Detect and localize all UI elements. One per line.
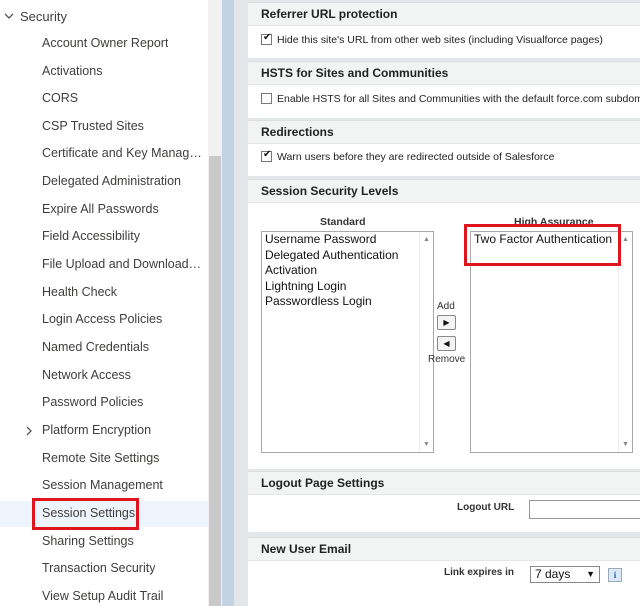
sidebar-item-expire-all-passwords[interactable]: Expire All Passwords — [0, 197, 208, 223]
sidebar-item-label: Certificate and Key Management — [42, 146, 202, 160]
section-header: New User Email — [248, 537, 640, 561]
referrer-checkbox-label: Hide this site's URL from other web site… — [277, 34, 603, 46]
sidebar-item-csp-trusted-sites[interactable]: CSP Trusted Sites — [0, 114, 208, 140]
sidebar-item-cors[interactable]: CORS — [0, 86, 208, 112]
chevron-down-icon — [4, 13, 14, 19]
sidebar-item-health-check[interactable]: Health Check — [0, 280, 208, 306]
add-label: Add — [437, 301, 455, 312]
page-border-stripe — [222, 0, 234, 606]
redirections-checkbox-row[interactable]: Warn users before they are redirected ou… — [261, 149, 555, 163]
remove-button[interactable]: ◀ — [437, 336, 456, 351]
sidebar-item-label: Named Credentials — [42, 340, 149, 354]
sidebar-item-label: Transaction Security — [42, 561, 156, 575]
sidebar-item-label: Sharing Settings — [42, 534, 134, 548]
hsts-checkbox[interactable] — [261, 93, 272, 104]
sidebar-item-sharing-settings[interactable]: Sharing Settings — [0, 529, 208, 555]
sidebar-item-label: Delegated Administration — [42, 174, 181, 188]
sidebar-item-login-access-policies[interactable]: Login Access Policies — [0, 307, 208, 333]
standard-column-label: Standard — [320, 216, 366, 228]
sidebar-item-session-management[interactable]: Session Management — [0, 473, 208, 499]
scroll-down-icon[interactable]: ▼ — [423, 441, 430, 448]
sidebar-item-label: Health Check — [42, 285, 118, 299]
new-user-email-section: New User Email Link expires in 7 days ▼ … — [248, 537, 640, 606]
sidebar-item-label: Expire All Passwords — [42, 202, 159, 216]
scroll-up-icon[interactable]: ▲ — [622, 236, 629, 243]
hsts-checkbox-row[interactable]: Enable HSTS for all Sites and Communitie… — [261, 93, 640, 105]
standard-option[interactable]: Passwordless Login — [262, 294, 433, 310]
link-expires-label: Link expires in — [444, 567, 515, 578]
standard-option[interactable]: Activation — [262, 263, 433, 279]
sidebar-item-label: Password Policies — [42, 395, 144, 409]
scroll-up-icon[interactable]: ▲ — [423, 236, 430, 243]
sidebar-item-label: Platform Encryption — [42, 423, 152, 437]
sidebar-item-network-access[interactable]: Network Access — [0, 363, 208, 389]
sidebar-item-delegated-administration[interactable]: Delegated Administration — [0, 169, 208, 195]
sidebar-scrollbar-thumb[interactable] — [209, 156, 221, 606]
section-header: Redirections — [248, 120, 640, 144]
sidebar-item-view-setup-audit-trail[interactable]: View Setup Audit Trail — [0, 584, 208, 606]
sidebar-item-label: File Upload and Download Security — [42, 257, 202, 271]
sidebar-item-transaction-security[interactable]: Transaction Security — [0, 556, 208, 582]
sidebar-item-label: CSP Trusted Sites — [42, 119, 144, 133]
sidebar-section-label: Security — [20, 9, 67, 24]
referrer-checkbox-row[interactable]: Hide this site's URL from other web site… — [261, 32, 603, 46]
sidebar-item-label: Session Management — [42, 478, 163, 492]
sidebar-scrollbar[interactable] — [208, 0, 222, 606]
sidebar-item-field-accessibility[interactable]: Field Accessibility — [0, 224, 208, 250]
add-button[interactable]: ▶ — [437, 315, 456, 330]
setup-sidebar: Security Account Owner Report Activation… — [0, 0, 222, 606]
logout-url-input[interactable] — [529, 500, 640, 519]
redirections-checkbox-label: Warn users before they are redirected ou… — [277, 151, 555, 163]
sidebar-item-activations[interactable]: Activations — [0, 59, 208, 85]
sidebar-item-named-credentials[interactable]: Named Credentials — [0, 335, 208, 361]
remove-label: Remove — [428, 354, 466, 365]
referrer-section: Referrer URL protection Hide this site's… — [248, 2, 640, 58]
section-header: Session Security Levels — [248, 179, 640, 203]
sidebar-item-label: Login Access Policies — [42, 312, 163, 326]
sidebar-item-account-owner-report[interactable]: Account Owner Report — [0, 31, 208, 57]
standard-listbox[interactable]: Username Password Delegated Authenticati… — [261, 231, 434, 453]
sidebar-item-label: View Setup Audit Trail — [42, 589, 164, 603]
sidebar-item-password-policies[interactable]: Password Policies — [0, 390, 208, 416]
scroll-down-icon[interactable]: ▼ — [622, 441, 629, 448]
sidebar-item-label: Account Owner Report — [42, 36, 169, 50]
sidebar-item-label: CORS — [42, 91, 79, 105]
sidebar-item-platform-encryption[interactable]: Platform Encryption — [0, 418, 208, 444]
standard-option[interactable]: Lightning Login — [262, 279, 433, 295]
section-header: HSTS for Sites and Communities — [248, 61, 640, 85]
sidebar-item-label: Remote Site Settings — [42, 451, 160, 465]
standard-option[interactable]: Delegated Authentication — [262, 248, 433, 264]
hsts-checkbox-label: Enable HSTS for all Sites and Communitie… — [277, 93, 640, 105]
logout-url-label: Logout URL — [457, 502, 515, 513]
link-expires-value: 7 days — [535, 567, 571, 581]
redirections-section: Redirections Warn users before they are … — [248, 120, 640, 176]
link-expires-select[interactable]: 7 days ▼ — [530, 566, 600, 583]
section-header: Referrer URL protection — [248, 2, 640, 26]
sidebar-section-security[interactable]: Security — [0, 0, 210, 32]
logout-section: Logout Page Settings Logout URL — [248, 471, 640, 532]
session-settings-panel: Referrer URL protection Hide this site's… — [234, 0, 640, 606]
sidebar-item-label: Activations — [42, 64, 103, 78]
triangle-right-icon: ▶ — [443, 318, 450, 327]
standard-listbox-scrollbar[interactable]: ▲ ▼ — [419, 232, 433, 452]
sidebar-item-remote-site-settings[interactable]: Remote Site Settings — [0, 446, 208, 472]
standard-option[interactable]: Username Password — [262, 232, 433, 248]
triangle-left-icon: ◀ — [443, 339, 450, 348]
highlight-session-settings — [32, 498, 139, 530]
sidebar-item-label: Field Accessibility — [42, 229, 140, 243]
redirections-checkbox[interactable] — [261, 149, 272, 162]
hsts-section: HSTS for Sites and Communities Enable HS… — [248, 61, 640, 118]
sidebar-item-file-upload-download[interactable]: File Upload and Download Security — [0, 252, 208, 278]
dropdown-caret-icon: ▼ — [586, 569, 595, 579]
sidebar-item-certificate-key-management[interactable]: Certificate and Key Management — [0, 141, 208, 167]
sidebar-item-label: Network Access — [42, 368, 131, 382]
info-icon[interactable]: i — [608, 568, 622, 582]
highlight-two-factor-authentication — [464, 224, 621, 266]
session-levels-section: Session Security Levels Standard High As… — [248, 179, 640, 469]
section-header: Logout Page Settings — [248, 471, 640, 495]
referrer-checkbox[interactable] — [261, 32, 272, 45]
chevron-right-icon[interactable] — [24, 426, 33, 436]
